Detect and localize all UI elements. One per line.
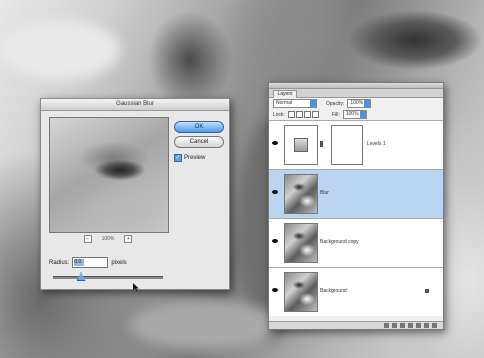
add-mask-icon[interactable]	[400, 323, 405, 328]
trash-icon[interactable]	[432, 323, 437, 328]
new-group-icon[interactable]	[408, 323, 413, 328]
mouse-pointer-icon	[133, 283, 139, 291]
lock-image-icon[interactable]	[295, 111, 303, 118]
blend-mode-value: Normal	[276, 100, 293, 106]
layer-background-copy[interactable]: Background copy	[269, 218, 443, 267]
lock-options	[287, 111, 319, 118]
new-adjustment-icon[interactable]	[416, 323, 421, 328]
slider-thumb[interactable]	[76, 272, 86, 281]
radius-row: Radius: 0.0 pixels	[49, 257, 127, 268]
blend-mode-select[interactable]: Normal	[273, 99, 317, 108]
gaussian-blur-dialog: Gaussian Blur − 100% + OK Cancel ✓ Previ…	[40, 98, 230, 291]
layer-blur[interactable]: Blur	[269, 169, 443, 218]
chain-link-icon[interactable]	[320, 141, 323, 147]
photo-highlight	[130, 300, 280, 350]
zoom-in-button[interactable]: +	[124, 235, 133, 243]
palette-footer	[269, 321, 443, 329]
preview-label: Preview	[184, 155, 206, 161]
dialog-title: Gaussian Blur	[41, 99, 229, 111]
adjustment-layer-thumbnail	[284, 125, 318, 165]
layer-name: Background copy	[320, 239, 359, 245]
opacity-label: Opacity:	[326, 100, 345, 107]
radius-unit: pixels	[111, 259, 127, 266]
chevron-down-icon	[364, 100, 371, 107]
preview-checkbox[interactable]: ✓ Preview	[174, 154, 205, 162]
cancel-button[interactable]: Cancel	[174, 136, 224, 148]
checkmark-icon: ✓	[174, 154, 182, 162]
lock-icon	[425, 289, 429, 293]
ok-button[interactable]: OK	[174, 121, 224, 133]
photo-highlight	[0, 20, 120, 80]
fill-field[interactable]: 100%	[342, 110, 367, 119]
lock-label: Lock:	[273, 111, 285, 118]
new-layer-icon[interactable]	[424, 323, 429, 328]
link-layers-icon[interactable]	[384, 323, 389, 328]
lock-transparency-icon[interactable]	[287, 111, 295, 118]
layer-name: Blur	[320, 190, 329, 196]
chevron-down-icon	[359, 111, 366, 118]
zoom-level: 100%	[101, 236, 115, 242]
layer-thumbnail	[284, 174, 318, 214]
layer-name: Background	[320, 288, 347, 294]
eye-icon[interactable]	[272, 288, 278, 292]
radius-slider[interactable]	[53, 272, 163, 281]
chevron-down-icon	[310, 100, 316, 107]
layer-background[interactable]: Background	[269, 267, 443, 316]
eye-icon[interactable]	[272, 141, 278, 145]
layer-thumbnail	[284, 223, 318, 263]
layer-name: Levels 1	[367, 141, 386, 147]
fill-label: Fill:	[331, 111, 340, 118]
palette-tabs: Layers	[269, 89, 443, 98]
layer-levels[interactable]: Levels 1	[269, 120, 443, 169]
layer-thumbnail	[284, 272, 318, 312]
radius-label: Radius:	[49, 259, 70, 266]
lock-position-icon[interactable]	[303, 111, 311, 118]
lock-all-icon[interactable]	[311, 111, 319, 118]
layer-style-icon[interactable]	[392, 323, 397, 328]
layers-palette: Layers Normal Opacity: 100% Lock: Fill: …	[268, 82, 444, 330]
fill-value: 100%	[345, 111, 359, 117]
radius-input[interactable]: 0.0	[72, 257, 109, 268]
tab-layers[interactable]: Layers	[273, 90, 297, 98]
blend-row: Normal Opacity: 100%	[269, 98, 443, 109]
eye-icon[interactable]	[272, 190, 278, 194]
radius-value: 0.0	[74, 259, 85, 266]
zoom-out-button[interactable]: −	[83, 235, 92, 243]
eye-icon[interactable]	[272, 239, 278, 243]
preview-zoom-controls: − 100% +	[49, 235, 167, 243]
layer-mask-thumbnail[interactable]	[331, 125, 363, 165]
opacity-field[interactable]: 100%	[347, 99, 372, 108]
opacity-value: 100%	[350, 100, 364, 106]
blur-preview[interactable]	[49, 117, 169, 233]
lock-row: Lock: Fill: 100%	[269, 109, 443, 120]
levels-icon	[294, 138, 308, 152]
layers-list: Levels 1 Blur Background copy Background	[269, 120, 443, 316]
